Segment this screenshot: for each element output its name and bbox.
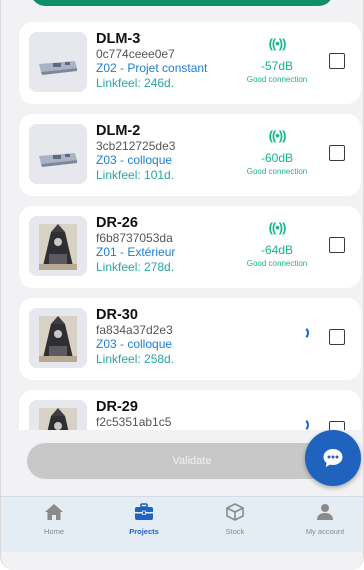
- app-screen: DLM-3 0c774ceee0e7 Z02 - Projet constant…: [0, 0, 364, 570]
- device-card[interactable]: DR-26 f6b8737053da Z01 - Extérieur Linkf…: [19, 206, 361, 288]
- signal-quality: Good connection: [246, 75, 308, 84]
- device-select-checkbox[interactable]: [329, 53, 345, 69]
- device-name: DLM-2: [96, 123, 141, 139]
- device-linkfeel: Linkfeel: 258d.: [96, 352, 175, 366]
- device-project: Z03 - colloque: [96, 337, 173, 351]
- device-select-checkbox[interactable]: [329, 329, 345, 345]
- device-select-checkbox[interactable]: [329, 145, 345, 161]
- signal-quality: Good connection: [246, 167, 308, 176]
- device-name: DR-30: [96, 307, 138, 323]
- device-select-checkbox[interactable]: [329, 237, 345, 253]
- box-icon: [226, 503, 244, 521]
- device-thumbnail-bracket: [29, 308, 87, 368]
- device-card[interactable]: DLM-2 3cb212725de3 Z03 - colloque Linkfe…: [19, 114, 361, 196]
- device-name: DR-29: [96, 399, 138, 415]
- device-list[interactable]: DLM-3 0c774ceee0e7 Z02 - Projet constant…: [1, 22, 363, 430]
- device-project: Z01 - Extérieur: [96, 245, 176, 259]
- device-mac: 3cb212725de3: [96, 139, 176, 153]
- device-card[interactable]: DR-30 fa834a37d2e3 Z03 - colloque Linkfe…: [19, 298, 361, 380]
- tab-projects[interactable]: Projects: [104, 503, 184, 536]
- signal-icon: ((•)): [268, 36, 287, 51]
- signal-status: ((•)) -64dB Good connection: [231, 220, 323, 270]
- tab-stock[interactable]: Stock: [195, 503, 275, 536]
- device-thumbnail-rail: [29, 124, 87, 184]
- device-mac: fa834a37d2e3: [96, 323, 173, 337]
- device-card[interactable]: DLM-3 0c774ceee0e7 Z02 - Projet constant…: [19, 22, 361, 104]
- tab-my-account[interactable]: My account: [285, 503, 363, 536]
- tab-label: Projects: [129, 527, 159, 536]
- top-action-strip[interactable]: [31, 0, 333, 6]
- device-thumbnail-bracket: [29, 400, 87, 430]
- device-select-checkbox[interactable]: [329, 421, 345, 430]
- device-mac: f6b8737053da: [96, 231, 173, 245]
- chat-fab-button[interactable]: [305, 430, 361, 486]
- device-linkfeel: Linkfeel: 101d.: [96, 168, 175, 182]
- loading-spinner-icon: [295, 326, 309, 340]
- user-icon: [317, 504, 333, 520]
- signal-status: ((•)) -60dB Good connection: [231, 128, 323, 178]
- device-mac: 0c774ceee0e7: [96, 47, 175, 61]
- briefcase-icon: [135, 503, 153, 520]
- tab-label: My account: [305, 527, 345, 536]
- device-thumbnail-bracket: [29, 216, 87, 276]
- bottom-tab-bar: Home Projects Stock My account: [1, 496, 363, 552]
- signal-icon: ((•)): [268, 220, 287, 235]
- tab-label: Home: [43, 527, 64, 536]
- signal-quality: Good connection: [246, 259, 308, 268]
- home-icon: [45, 504, 63, 520]
- signal-strength: -60dB: [260, 151, 294, 165]
- signal-status: ((•)) -57dB Good connection: [231, 36, 323, 86]
- device-linkfeel: Linkfeel: 246d.: [96, 76, 175, 90]
- device-linkfeel: Linkfeel: 278d.: [96, 260, 175, 274]
- device-project: Z03 - colloque: [96, 153, 173, 167]
- tab-home[interactable]: Home: [14, 503, 94, 536]
- device-mac: f2c5351ab1c5: [96, 415, 172, 429]
- tab-label: Stock: [225, 527, 245, 536]
- device-thumbnail-rail: [29, 32, 87, 92]
- device-card[interactable]: DR-29 f2c5351ab1c5: [19, 390, 361, 430]
- signal-icon: ((•)): [268, 128, 287, 143]
- device-project: Z02 - Projet constant: [96, 61, 208, 75]
- signal-strength: -57dB: [260, 59, 294, 73]
- chat-bubble-icon: [323, 449, 343, 467]
- device-name: DR-26: [96, 215, 138, 231]
- device-name: DLM-3: [96, 31, 141, 47]
- loading-spinner-icon: [295, 418, 309, 430]
- signal-strength: -64dB: [260, 243, 294, 257]
